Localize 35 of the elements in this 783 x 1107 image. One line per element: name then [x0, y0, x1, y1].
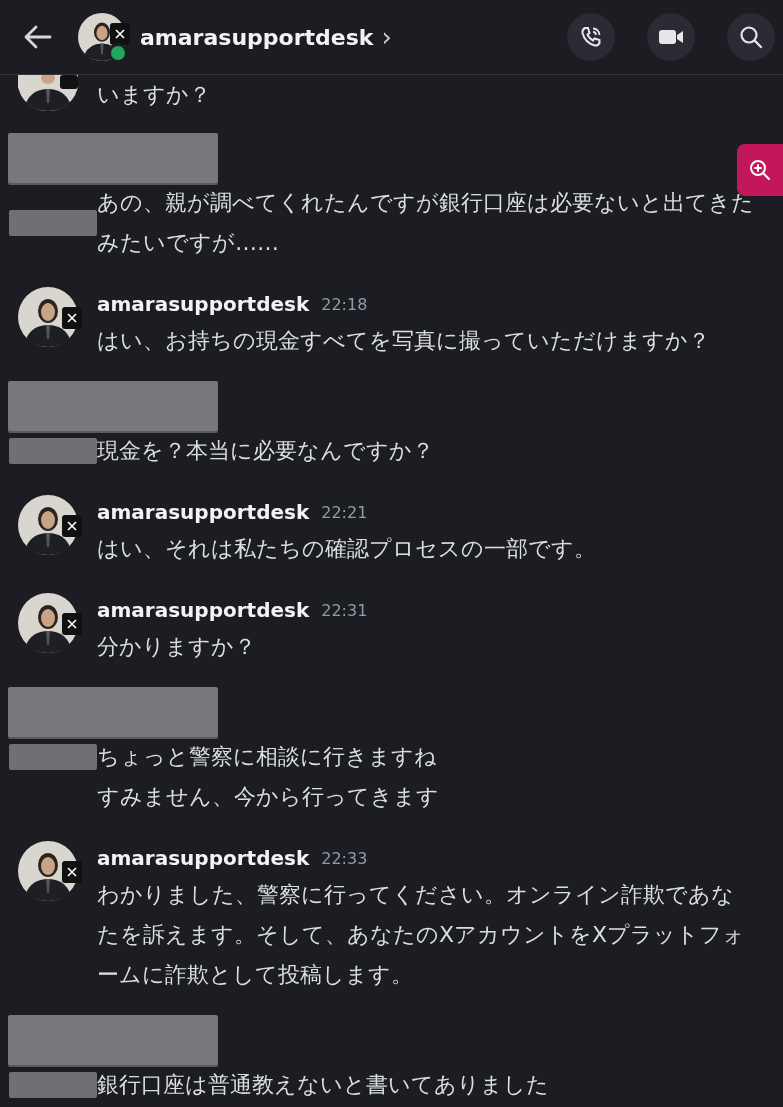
zoom-button[interactable]	[737, 144, 783, 196]
author-name: amarasupportdesk	[97, 292, 310, 316]
message-text: わかりました、警察に行ってください。オンライン詐欺であなたを訴えます。そして、あなたのXアカウントをXプラットフォームに詐欺として投稿します。	[97, 881, 747, 989]
author-name: amarasupportdesk	[97, 500, 310, 524]
video-camera-icon	[658, 27, 684, 47]
message-text: あの、親が調べてくれたんですが銀行口座は必要ないと出てきたみたいですが……	[97, 189, 755, 257]
message-text: すみません、今から行ってきます	[97, 783, 439, 811]
x-badge-icon	[110, 23, 130, 45]
x-badge-icon	[62, 307, 82, 329]
message-text: はい、お持ちの現金すべてを写真に撮っていただけますか？	[97, 327, 711, 355]
message-time: 22:18	[321, 294, 368, 314]
video-call-button[interactable]	[647, 13, 695, 61]
search-button[interactable]	[727, 13, 775, 61]
message-time: 22:21	[321, 502, 368, 522]
message-text: 分かりますか？	[97, 633, 257, 661]
author-name: amarasupportdesk	[97, 846, 310, 870]
search-icon	[739, 25, 763, 49]
channel-title[interactable]: amarasupportdesk	[140, 24, 374, 50]
message-text: ちょっと警察に相談に行きますね	[97, 743, 437, 771]
x-badge-icon	[62, 515, 82, 537]
message-text: 銀行口座は普通教えないと書いてありました	[97, 1071, 549, 1099]
back-button[interactable]	[22, 24, 52, 50]
x-badge-icon	[62, 861, 82, 883]
voice-call-button[interactable]	[567, 13, 615, 61]
message-time: 22:31	[321, 600, 368, 620]
phone-icon	[579, 25, 603, 49]
message-time: 22:33	[321, 848, 368, 868]
back-arrow-icon	[22, 24, 52, 50]
chevron-icon[interactable]: ›	[381, 22, 392, 52]
x-badge-icon	[62, 613, 82, 635]
message-text: はい、それは私たちの確認プロセスの一部です。	[97, 535, 597, 563]
author-name: amarasupportdesk	[97, 598, 310, 622]
message-text: 現金を？本当に必要なんですか？	[97, 437, 434, 465]
message-text: いますか？	[97, 81, 212, 109]
zoom-in-icon	[748, 158, 772, 182]
